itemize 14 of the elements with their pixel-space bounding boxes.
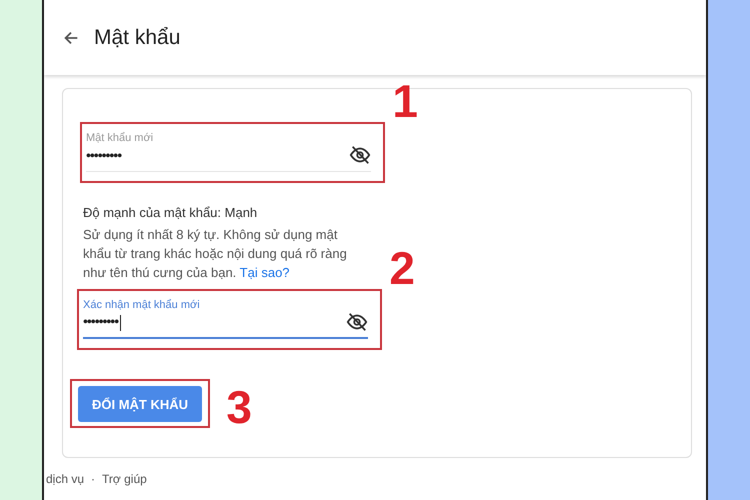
- strength-text: Độ mạnh của mật khẩu: Mạnh: [83, 205, 258, 220]
- separator: ·: [91, 472, 96, 486]
- step-number: 3: [226, 384, 252, 430]
- footer-link[interactable]: Trợ giúp: [102, 472, 147, 486]
- footer-link[interactable]: dịch vụ: [46, 472, 84, 486]
- why-link[interactable]: Tại sao?: [240, 265, 290, 280]
- page-title: Mật khẩu: [94, 26, 180, 50]
- step-number: 2: [389, 245, 415, 291]
- eye-slash-icon[interactable]: [346, 311, 368, 333]
- eye-slash-icon[interactable]: [349, 144, 371, 166]
- step-number: 1: [392, 78, 418, 124]
- password-field[interactable]: Xác nhận mật khẩu mới •••••••••: [83, 295, 368, 339]
- password-field[interactable]: Mật khẩu mới •••••••••: [86, 128, 371, 172]
- hint-text: Sử dụng ít nhất 8 ký tự. Không sử dụng mật khẩu từ trang khác hoặc nội dung quá rõ ràng như tên thú cưng của bạn. Tại sao?: [83, 226, 348, 282]
